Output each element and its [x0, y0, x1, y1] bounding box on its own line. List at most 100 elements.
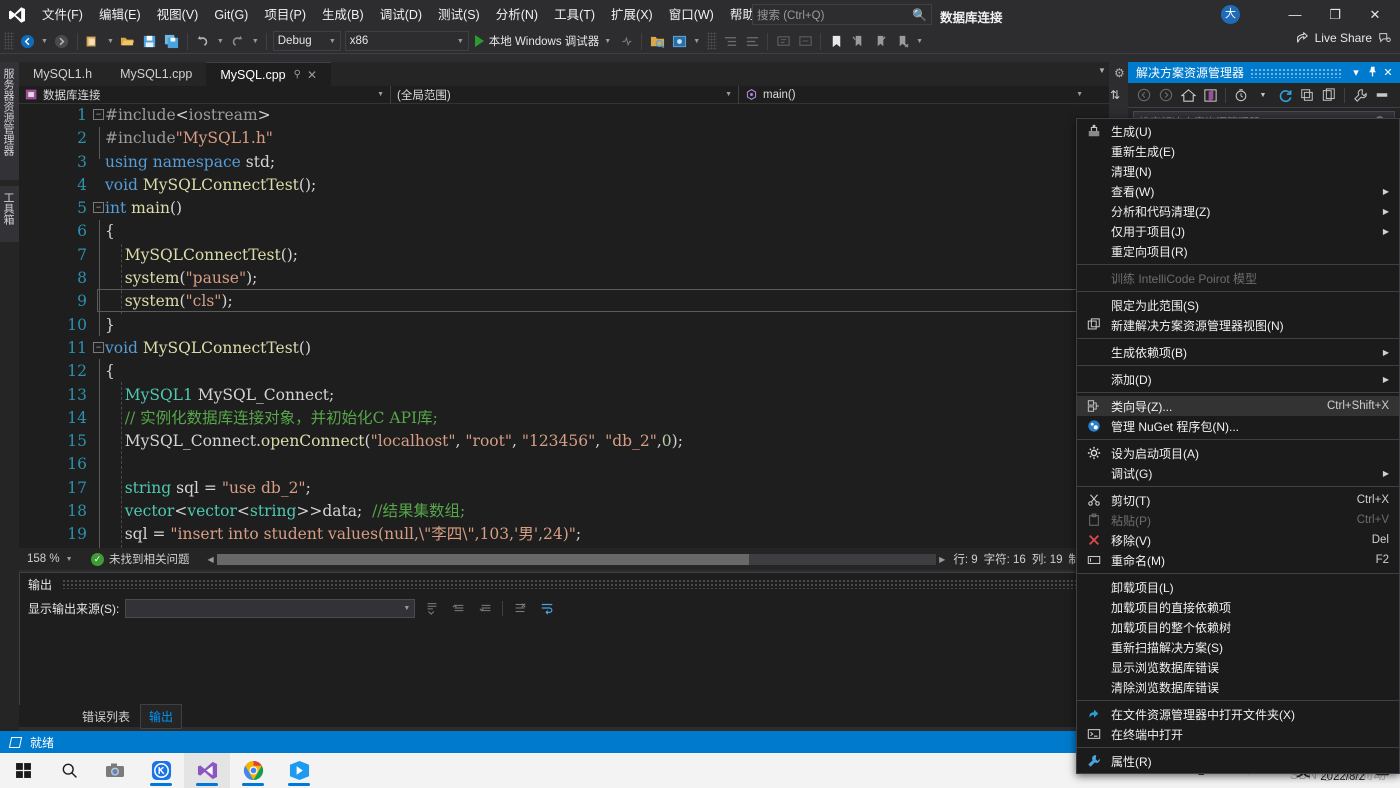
account-avatar[interactable]: 大: [1221, 5, 1240, 24]
code-line[interactable]: 10}: [19, 314, 1109, 337]
context-menu-item-1[interactable]: 重新生成(E): [1077, 141, 1399, 161]
context-menu-item-13[interactable]: 生成依赖项(B) ▶: [1077, 342, 1399, 362]
code-line[interactable]: 3 using namespace std;: [19, 151, 1109, 174]
next-bookmark-icon[interactable]: [869, 30, 891, 52]
context-menu-item-21[interactable]: 调试(G) ▶: [1077, 463, 1399, 483]
redo-dropdown-icon[interactable]: ▼: [249, 38, 262, 45]
undo-dropdown-icon[interactable]: ▼: [214, 38, 227, 45]
horizontal-scrollbar[interactable]: ◀ ▶: [208, 553, 945, 566]
context-menu-item-17[interactable]: 类向导(Z)... Ctrl+Shift+X: [1077, 396, 1399, 416]
navbar-project-combo[interactable]: 数据库连接 ▼: [19, 85, 391, 104]
close-tab-icon[interactable]: ✕: [307, 68, 317, 82]
new-dropdown-icon[interactable]: ▼: [104, 38, 117, 45]
document-tab-2[interactable]: MySQL.cpp ⚲ ✕: [206, 62, 332, 86]
code-line[interactable]: 8 system("pause");: [19, 267, 1109, 290]
scrollbar-thumb[interactable]: [216, 553, 750, 565]
indent-icon[interactable]: [719, 30, 741, 52]
menu-item-11[interactable]: 窗口(W): [661, 3, 722, 27]
code-line[interactable]: 5− int main(): [19, 197, 1109, 220]
toolbar-grip-2[interactable]: [707, 32, 718, 50]
back-dropdown-icon[interactable]: ▼: [38, 38, 51, 45]
split-view-icon[interactable]: ⇅: [1110, 88, 1120, 102]
solution-icon[interactable]: [1200, 85, 1220, 105]
zoom-level-combo[interactable]: 158 % ▼: [19, 553, 81, 565]
find-message-icon[interactable]: [421, 598, 442, 619]
code-line[interactable]: 4 void MySQLConnectTest();: [19, 174, 1109, 197]
outdent-icon[interactable]: [741, 30, 763, 52]
global-search-box[interactable]: 搜索 (Ctrl+Q) 🔍: [752, 4, 932, 25]
kingsoft-icon[interactable]: [138, 753, 184, 788]
pending-changes-icon[interactable]: [1231, 85, 1251, 105]
menu-item-0[interactable]: 文件(F): [34, 3, 91, 27]
sidebar-tab-server-explorer[interactable]: 服务器资源管理器: [0, 62, 19, 180]
search-icon[interactable]: [46, 753, 92, 788]
menu-item-8[interactable]: 分析(N): [488, 3, 546, 27]
context-menu-item-5[interactable]: 仅用于项目(J) ▶: [1077, 221, 1399, 241]
context-menu-item-32[interactable]: 显示浏览数据库错误: [1077, 657, 1399, 677]
code-editor[interactable]: 1− #include<iostream> 2 #include"MySQL1.h" 3…: [19, 104, 1109, 548]
panel-tab-1[interactable]: 输出: [140, 703, 183, 729]
navbar-scope-combo[interactable]: (全局范围) ▼: [391, 85, 739, 104]
previous-bookmark-icon[interactable]: [847, 30, 869, 52]
solution-platform-combo[interactable]: x86 ▼: [344, 31, 469, 51]
code-line[interactable]: 16: [19, 453, 1109, 476]
context-menu-item-6[interactable]: 重定向项目(R): [1077, 241, 1399, 261]
drag-dots[interactable]: [62, 579, 1102, 589]
context-menu-item-2[interactable]: 清理(N): [1077, 161, 1399, 181]
go-to-next-message-icon[interactable]: [475, 598, 496, 619]
toggle-word-wrap-icon[interactable]: [536, 598, 557, 619]
navigate-back-icon[interactable]: [16, 30, 38, 52]
start-icon[interactable]: [0, 753, 46, 788]
menu-item-3[interactable]: Git(G): [206, 3, 256, 27]
context-menu-item-3[interactable]: 查看(W) ▶: [1077, 181, 1399, 201]
code-line[interactable]: 19 sql = "insert into student values(nul…: [19, 523, 1109, 546]
menu-item-9[interactable]: 工具(T): [546, 3, 603, 27]
output-source-combo[interactable]: ▼: [125, 598, 416, 618]
maximize-button[interactable]: ❐: [1315, 0, 1355, 29]
home-icon[interactable]: [1178, 85, 1198, 105]
save-all-icon[interactable]: [161, 30, 183, 52]
context-menu-item-35[interactable]: 在文件资源管理器中打开文件夹(X): [1077, 704, 1399, 724]
start-debugging-button[interactable]: 本地 Windows 调试器 ▼: [471, 31, 615, 52]
code-line[interactable]: 13 MySQL1 MySQL_Connect;: [19, 384, 1109, 407]
toolbar-overflow-icon[interactable]: ▼: [913, 38, 926, 45]
context-menu-item-28[interactable]: 卸载项目(L): [1077, 577, 1399, 597]
menu-item-4[interactable]: 项目(P): [256, 3, 314, 27]
code-line[interactable]: 18 vector<vector<string>>data; //结果集数组;: [19, 500, 1109, 523]
context-menu-item-18[interactable]: 管理 NuGet 程序包(N)...: [1077, 416, 1399, 436]
toolbar-grip[interactable]: [4, 32, 14, 50]
app-icon[interactable]: [276, 753, 322, 788]
uncomment-icon[interactable]: [794, 30, 816, 52]
context-menu-item-26[interactable]: 重命名(M) F2: [1077, 550, 1399, 570]
menu-item-10[interactable]: 扩展(X): [603, 3, 661, 27]
visual-studio-icon[interactable]: [184, 753, 230, 788]
fold-toggle-icon[interactable]: −: [93, 109, 104, 120]
code-line[interactable]: 15 MySQL_Connect.openConnect("localhost"…: [19, 430, 1109, 453]
scrollbar-track[interactable]: [216, 553, 937, 565]
close-icon[interactable]: ✕: [1380, 66, 1396, 79]
code-line[interactable]: 2 #include"MySQL1.h": [19, 127, 1109, 150]
live-preview-icon[interactable]: [668, 30, 690, 52]
context-menu-item-15[interactable]: 添加(D) ▶: [1077, 369, 1399, 389]
panel-tab-0[interactable]: 错误列表: [74, 705, 138, 728]
tab-list-dropdown-icon[interactable]: ▼: [1098, 66, 1106, 75]
document-tab-1[interactable]: MySQL1.cpp: [106, 62, 206, 86]
property-pages-icon[interactable]: [1372, 85, 1392, 105]
menu-item-2[interactable]: 视图(V): [149, 3, 207, 27]
code-line[interactable]: 17 string sql = "use db_2";: [19, 477, 1109, 500]
close-button[interactable]: ✕: [1355, 0, 1395, 29]
pin-icon[interactable]: [1364, 66, 1380, 80]
context-menu-item-29[interactable]: 加载项目的直接依赖项: [1077, 597, 1399, 617]
project-context-menu[interactable]: 生成(U) 重新生成(E) 清理(N) 查看(W) ▶ 分析和代码清理(Z) ▶ 仅用于项目(…: [1076, 118, 1400, 774]
code-line[interactable]: 1− #include<iostream>: [19, 104, 1109, 127]
open-file-icon[interactable]: [117, 30, 139, 52]
fold-toggle-icon[interactable]: −: [93, 202, 104, 214]
solution-configuration-combo[interactable]: Debug ▼: [272, 31, 341, 51]
go-to-previous-message-icon[interactable]: [448, 598, 469, 619]
context-menu-item-31[interactable]: 重新扫描解决方案(S): [1077, 637, 1399, 657]
context-menu-item-38[interactable]: 属性(R): [1077, 751, 1399, 771]
context-menu-item-25[interactable]: 移除(V) Del: [1077, 530, 1399, 550]
forward-icon[interactable]: [1156, 85, 1176, 105]
navbar-member-combo[interactable]: main() ▼: [739, 86, 1089, 104]
clear-bookmarks-icon[interactable]: [891, 30, 913, 52]
